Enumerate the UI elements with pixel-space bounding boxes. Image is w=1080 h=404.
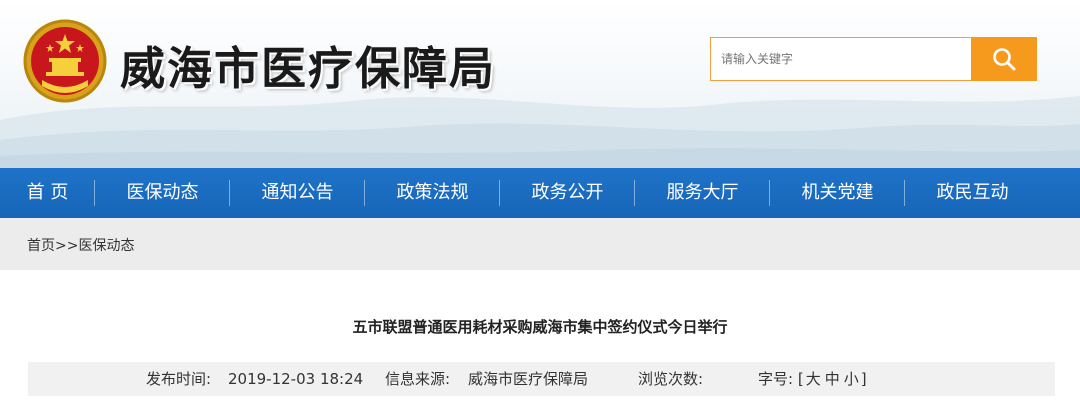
font-size-label: 字号: <box>758 370 794 388</box>
breadcrumb-separator: >> <box>55 238 79 254</box>
site-header: 威海市医疗保障局 <box>0 0 1080 168</box>
breadcrumb-current-link[interactable]: 医保动态 <box>78 238 134 254</box>
search-input[interactable] <box>710 37 972 81</box>
font-medium-link[interactable]: 中 <box>825 370 840 388</box>
publish-time-value: 2019-12-03 18:24 <box>228 370 364 388</box>
nav-item-service-hall[interactable]: 服务大厅 <box>635 168 770 218</box>
site-title: 威海市医疗保障局 <box>120 42 497 95</box>
nav-item-news[interactable]: 医保动态 <box>95 168 230 218</box>
breadcrumb: 首页>>医保动态 <box>27 235 134 255</box>
breadcrumb-bar: 首页>>医保动态 <box>0 218 1080 270</box>
font-size-bracket-open: [ <box>797 370 804 388</box>
source-label: 信息来源: <box>385 370 451 388</box>
nav-item-public-affairs[interactable]: 政务公开 <box>500 168 635 218</box>
article-title: 五市联盟普通医用耗材采购威海市集中签约仪式今日举行 <box>352 318 728 336</box>
publish-time-label: 发布时间: <box>146 370 212 388</box>
search-icon <box>993 48 1016 71</box>
source-value: 威海市医疗保障局 <box>468 370 589 388</box>
font-size-control: 字号: [大中小] <box>758 362 867 396</box>
nav-item-policies[interactable]: 政策法规 <box>365 168 500 218</box>
nav-item-interaction[interactable]: 政民互动 <box>905 168 1040 218</box>
search-button[interactable] <box>971 37 1037 81</box>
main-nav: 首 页 医保动态 通知公告 政策法规 政务公开 服务大厅 机关党建 政民互动 <box>0 168 1080 218</box>
font-large-link[interactable]: 大 <box>806 370 821 388</box>
breadcrumb-home-link[interactable]: 首页 <box>27 238 55 254</box>
font-size-bracket-close: ] <box>860 370 867 388</box>
nav-item-home[interactable]: 首 页 <box>0 168 95 218</box>
nav-item-party-building[interactable]: 机关党建 <box>770 168 905 218</box>
nav-item-notices[interactable]: 通知公告 <box>230 168 365 218</box>
national-emblem-icon <box>23 19 107 103</box>
views-label: 浏览次数: <box>638 370 704 388</box>
font-small-link[interactable]: 小 <box>844 370 859 388</box>
article-meta-bar: 发布时间: 2019-12-03 18:24 信息来源: 威海市医疗保障局 浏览… <box>28 362 1055 396</box>
